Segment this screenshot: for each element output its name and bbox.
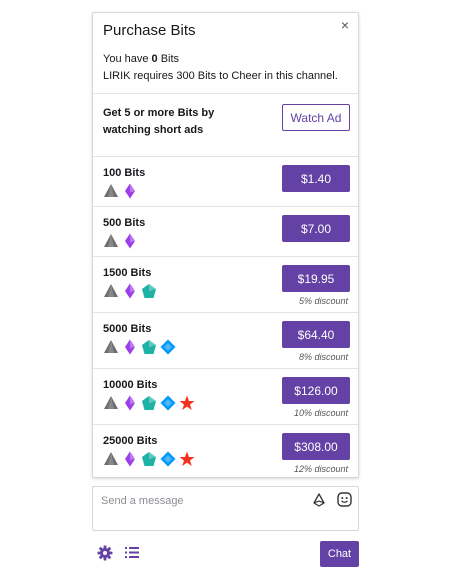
gray-bits-gem-icon — [103, 339, 119, 355]
bits-icon[interactable] — [312, 493, 326, 507]
watch-ad-button[interactable]: Watch Ad — [282, 104, 350, 131]
chat-send-button[interactable]: Chat — [320, 541, 359, 567]
chat-input-placeholder: Send a message — [101, 495, 184, 507]
purple-bits-gem-icon — [122, 283, 138, 299]
divider — [93, 93, 358, 94]
bits-package-row: 100 Bits $1.40 — [93, 156, 358, 206]
green-bits-gem-icon — [141, 283, 157, 299]
gray-bits-gem-icon — [103, 183, 119, 199]
blue-bits-gem-icon — [160, 395, 176, 411]
purple-bits-gem-icon — [122, 233, 138, 249]
gray-bits-gem-icon — [103, 283, 119, 299]
buy-bits-button[interactable]: $19.95 — [282, 265, 350, 292]
green-bits-gem-icon — [141, 395, 157, 411]
red-bits-gem-icon — [179, 395, 195, 411]
bits-package-label: 5000 Bits — [103, 323, 152, 335]
blue-bits-gem-icon — [160, 339, 176, 355]
bits-package-label: 100 Bits — [103, 167, 146, 179]
purple-bits-gem-icon — [122, 183, 138, 199]
bits-gem-icons — [103, 283, 157, 301]
purple-bits-gem-icon — [122, 339, 138, 355]
bits-package-row: 1500 Bits $19.95 5% discount — [93, 256, 358, 312]
gray-bits-gem-icon — [103, 451, 119, 467]
bits-package-label: 25000 Bits — [103, 435, 158, 447]
bits-package-label: 10000 Bits — [103, 379, 158, 391]
buy-bits-button[interactable]: $1.40 — [282, 165, 350, 192]
bits-gem-icons — [103, 451, 195, 469]
balance-prefix: You have — [103, 53, 152, 65]
emote-icon[interactable] — [337, 492, 352, 507]
red-bits-gem-icon — [179, 451, 195, 467]
panel-title: Purchase Bits — [103, 22, 196, 39]
balance-suffix: Bits — [157, 53, 180, 65]
purchase-bits-panel: × Purchase Bits You have 0 Bits LIRIK re… — [92, 12, 359, 478]
purple-bits-gem-icon — [122, 451, 138, 467]
bits-gem-icons — [103, 395, 195, 413]
buy-bits-button[interactable]: $7.00 — [282, 215, 350, 242]
blue-bits-gem-icon — [160, 451, 176, 467]
discount-label: 5% discount — [298, 296, 348, 306]
bits-package-row: 500 Bits $7.00 — [93, 206, 358, 256]
gray-bits-gem-icon — [103, 395, 119, 411]
bits-package-row: 25000 Bits $308.00 12% discount — [93, 424, 358, 480]
list-icon[interactable] — [125, 546, 139, 559]
bits-gem-icons — [103, 339, 176, 357]
chat-input[interactable]: Send a message — [92, 486, 359, 531]
discount-label: 8% discount — [298, 352, 348, 362]
gray-bits-gem-icon — [103, 233, 119, 249]
green-bits-gem-icon — [141, 339, 157, 355]
bits-gem-icons — [103, 183, 138, 201]
bits-package-label: 500 Bits — [103, 217, 146, 229]
buy-bits-button[interactable]: $126.00 — [282, 377, 350, 404]
bits-gem-icons — [103, 233, 138, 251]
bits-package-row: 5000 Bits $64.40 8% discount — [93, 312, 358, 368]
cheer-requirement: LIRIK requires 300 Bits to Cheer in this… — [103, 70, 338, 82]
gear-icon[interactable] — [97, 545, 113, 561]
bits-balance: You have 0 Bits — [103, 53, 179, 65]
close-icon[interactable]: × — [338, 17, 352, 33]
discount-label: 12% discount — [293, 464, 348, 474]
bits-package-row: 10000 Bits $126.00 10% discount — [93, 368, 358, 424]
bits-package-label: 1500 Bits — [103, 267, 152, 279]
buy-bits-button[interactable]: $308.00 — [282, 433, 350, 460]
watch-ad-description: Get 5 or more Bits by watching short ads — [103, 107, 215, 136]
green-bits-gem-icon — [141, 451, 157, 467]
discount-label: 10% discount — [293, 408, 348, 418]
buy-bits-button[interactable]: $64.40 — [282, 321, 350, 348]
purple-bits-gem-icon — [122, 395, 138, 411]
